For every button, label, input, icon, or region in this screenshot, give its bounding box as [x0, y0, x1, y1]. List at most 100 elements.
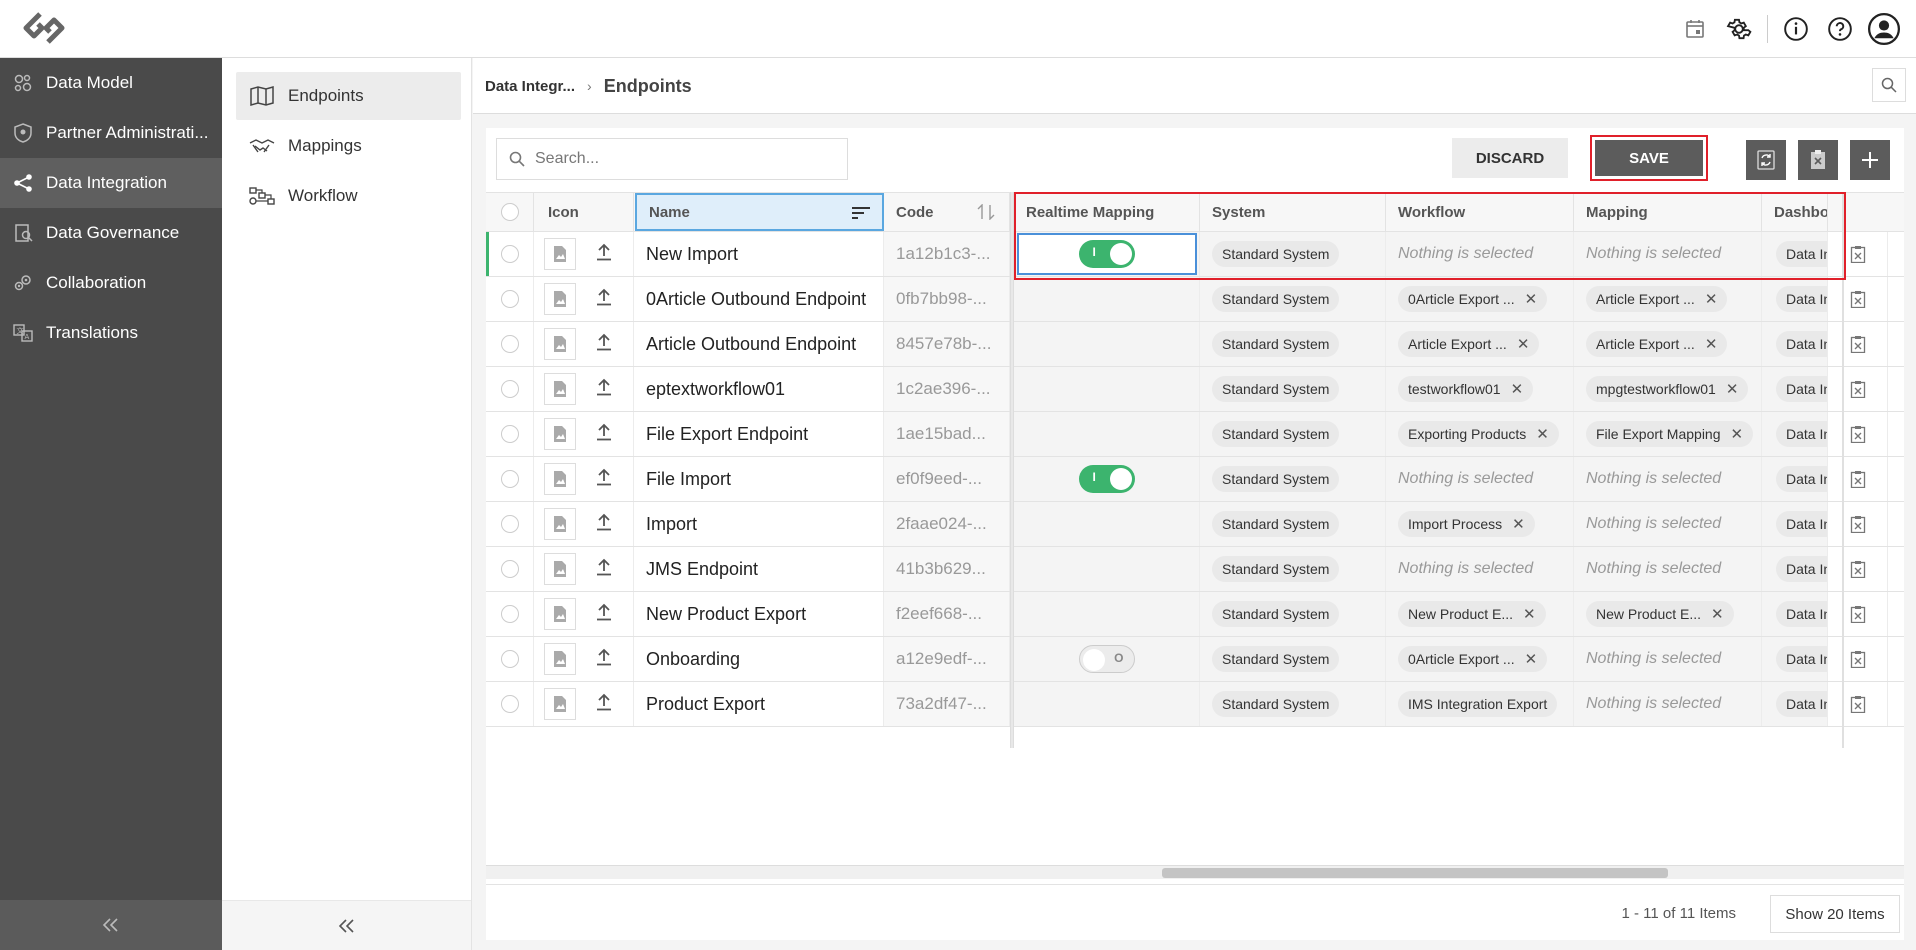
close-icon[interactable]: ✕: [1512, 515, 1525, 533]
image-placeholder-icon[interactable]: [544, 553, 576, 585]
workflow-cell[interactable]: Nothing is selected: [1386, 232, 1574, 276]
mapping-cell[interactable]: Nothing is selected: [1574, 502, 1762, 546]
code-cell[interactable]: 1a12b1c3-...: [884, 232, 1010, 276]
row-select[interactable]: [486, 682, 534, 726]
workflow-chip[interactable]: New Product E... ✕: [1398, 601, 1546, 627]
mapping-chip[interactable]: Article Export ... ✕: [1586, 286, 1728, 312]
system-cell[interactable]: Standard System: [1200, 412, 1386, 456]
image-placeholder-icon[interactable]: [544, 508, 576, 540]
mapping-cell[interactable]: mpgtestworkflow01 ✕: [1574, 367, 1762, 411]
table-row[interactable]: Article Outbound Endpoint 8457e78b-... Sta…: [486, 322, 1904, 367]
table-row[interactable]: 0Article Outbound Endpoint 0fb7bb98-... St…: [486, 277, 1904, 322]
system-cell[interactable]: Standard System: [1200, 592, 1386, 636]
close-icon[interactable]: ✕: [1705, 290, 1718, 308]
row-delete-button[interactable]: [1828, 592, 1888, 636]
row-select[interactable]: [486, 547, 534, 591]
column-header-code[interactable]: Code: [884, 193, 1010, 231]
help-icon[interactable]: [1818, 7, 1862, 51]
mapping-cell[interactable]: Nothing is selected: [1574, 232, 1762, 276]
workflow-cell[interactable]: testworkflow01 ✕: [1386, 367, 1574, 411]
row-delete-button[interactable]: [1828, 457, 1888, 501]
column-header-system[interactable]: System: [1200, 193, 1386, 231]
realtime-mapping-cell[interactable]: [1014, 682, 1200, 726]
sidebar-item-data-governance[interactable]: Data Governance: [0, 208, 222, 258]
dashboard-cell[interactable]: Data Inte: [1762, 682, 1828, 726]
workflow-chip[interactable]: Exporting Products ✕: [1398, 421, 1559, 447]
close-icon[interactable]: ✕: [1523, 605, 1536, 623]
row-select[interactable]: [486, 322, 534, 366]
column-header-name[interactable]: Name: [635, 193, 884, 231]
close-icon[interactable]: ✕: [1517, 335, 1530, 353]
system-cell[interactable]: Standard System: [1200, 502, 1386, 546]
realtime-toggle[interactable]: I: [1078, 240, 1135, 268]
workflow-cell[interactable]: 0Article Export ... ✕: [1386, 637, 1574, 681]
upload-icon[interactable]: [596, 423, 612, 446]
dashboard-cell[interactable]: Data Inte: [1762, 547, 1828, 591]
workflow-cell[interactable]: Nothing is selected: [1386, 547, 1574, 591]
selected-cell[interactable]: I: [1016, 233, 1197, 275]
column-header-dashboard[interactable]: Dashboa: [1762, 193, 1828, 231]
subnav-item-workflow[interactable]: Workflow: [236, 172, 461, 220]
code-cell[interactable]: 41b3b629...: [884, 547, 1010, 591]
code-cell[interactable]: 2faae024-...: [884, 502, 1010, 546]
name-cell[interactable]: Onboarding: [634, 637, 884, 681]
subnav-item-mappings[interactable]: Mappings: [236, 122, 461, 170]
table-row[interactable]: Product Export 73a2df47-... Standard Syste…: [486, 682, 1904, 727]
workflow-chip[interactable]: 0Article Export ... ✕: [1398, 646, 1548, 672]
mapping-chip[interactable]: File Export Mapping ✕: [1586, 421, 1754, 447]
header-search-button[interactable]: [1872, 68, 1906, 102]
upload-icon[interactable]: [596, 378, 612, 401]
dashboard-cell[interactable]: Data Inte: [1762, 637, 1828, 681]
row-select[interactable]: [486, 412, 534, 456]
dashboard-cell[interactable]: Data Inte: [1762, 412, 1828, 456]
row-delete-button[interactable]: [1828, 502, 1888, 546]
system-cell[interactable]: Standard System: [1200, 367, 1386, 411]
row-delete-button[interactable]: [1828, 412, 1888, 456]
name-cell[interactable]: File Export Endpoint: [634, 412, 884, 456]
image-placeholder-icon[interactable]: [544, 643, 576, 675]
search-box[interactable]: [496, 138, 848, 180]
table-row[interactable]: New Import 1a12b1c3-... I Standard System No…: [486, 232, 1904, 277]
info-icon[interactable]: [1774, 7, 1818, 51]
row-delete-button[interactable]: [1828, 637, 1888, 681]
system-cell[interactable]: Standard System: [1200, 682, 1386, 726]
code-cell[interactable]: f2eef668-...: [884, 592, 1010, 636]
table-row[interactable]: JMS Endpoint 41b3b629... Standard System No…: [486, 547, 1904, 592]
horizontal-scrollbar[interactable]: [486, 865, 1904, 879]
delete-all-button[interactable]: [1798, 140, 1838, 180]
upload-icon[interactable]: [596, 288, 612, 311]
workflow-chip[interactable]: Article Export ... ✕: [1398, 331, 1540, 357]
scrollbar-thumb[interactable]: [1162, 868, 1668, 878]
code-cell[interactable]: ef0f9eed-...: [884, 457, 1010, 501]
workflow-cell[interactable]: Exporting Products ✕: [1386, 412, 1574, 456]
name-cell[interactable]: Article Outbound Endpoint: [634, 322, 884, 366]
column-header-workflow[interactable]: Workflow: [1386, 193, 1574, 231]
row-delete-button[interactable]: [1828, 277, 1888, 321]
upload-icon[interactable]: [596, 558, 612, 581]
sidebar-item-translations[interactable]: 文A Translations: [0, 308, 222, 358]
image-placeholder-icon[interactable]: [544, 598, 576, 630]
workflow-cell[interactable]: Import Process ✕: [1386, 502, 1574, 546]
subnav-item-endpoints[interactable]: Endpoints: [236, 72, 461, 120]
sidebar-item-partner-administration[interactable]: Partner Administrati...: [0, 108, 222, 158]
column-header-icon[interactable]: Icon: [534, 193, 634, 231]
row-delete-button[interactable]: [1828, 547, 1888, 591]
close-icon[interactable]: ✕: [1726, 380, 1739, 398]
table-row[interactable]: eptextworkflow01 1c2ae396-... Standard Sys…: [486, 367, 1904, 412]
breadcrumb-parent[interactable]: Data Integr...: [485, 78, 575, 95]
table-row[interactable]: Import 2faae024-... Standard System Import …: [486, 502, 1904, 547]
system-cell[interactable]: Standard System: [1200, 457, 1386, 501]
sidebar-collapse-button[interactable]: [0, 900, 222, 950]
code-cell[interactable]: 1c2ae396-...: [884, 367, 1010, 411]
row-select[interactable]: [486, 457, 534, 501]
workflow-chip[interactable]: Import Process ✕: [1398, 511, 1535, 537]
row-select[interactable]: [486, 232, 534, 276]
table-row[interactable]: Onboarding a12e9edf-... O Standard System 0A…: [486, 637, 1904, 682]
user-avatar-icon[interactable]: [1862, 7, 1906, 51]
row-select[interactable]: [486, 592, 534, 636]
upload-icon[interactable]: [596, 603, 612, 626]
dashboard-cell[interactable]: Data Inte: [1762, 457, 1828, 501]
image-placeholder-icon[interactable]: [544, 463, 576, 495]
discard-button[interactable]: DISCARD: [1452, 138, 1568, 178]
column-header-mapping[interactable]: Mapping: [1574, 193, 1762, 231]
